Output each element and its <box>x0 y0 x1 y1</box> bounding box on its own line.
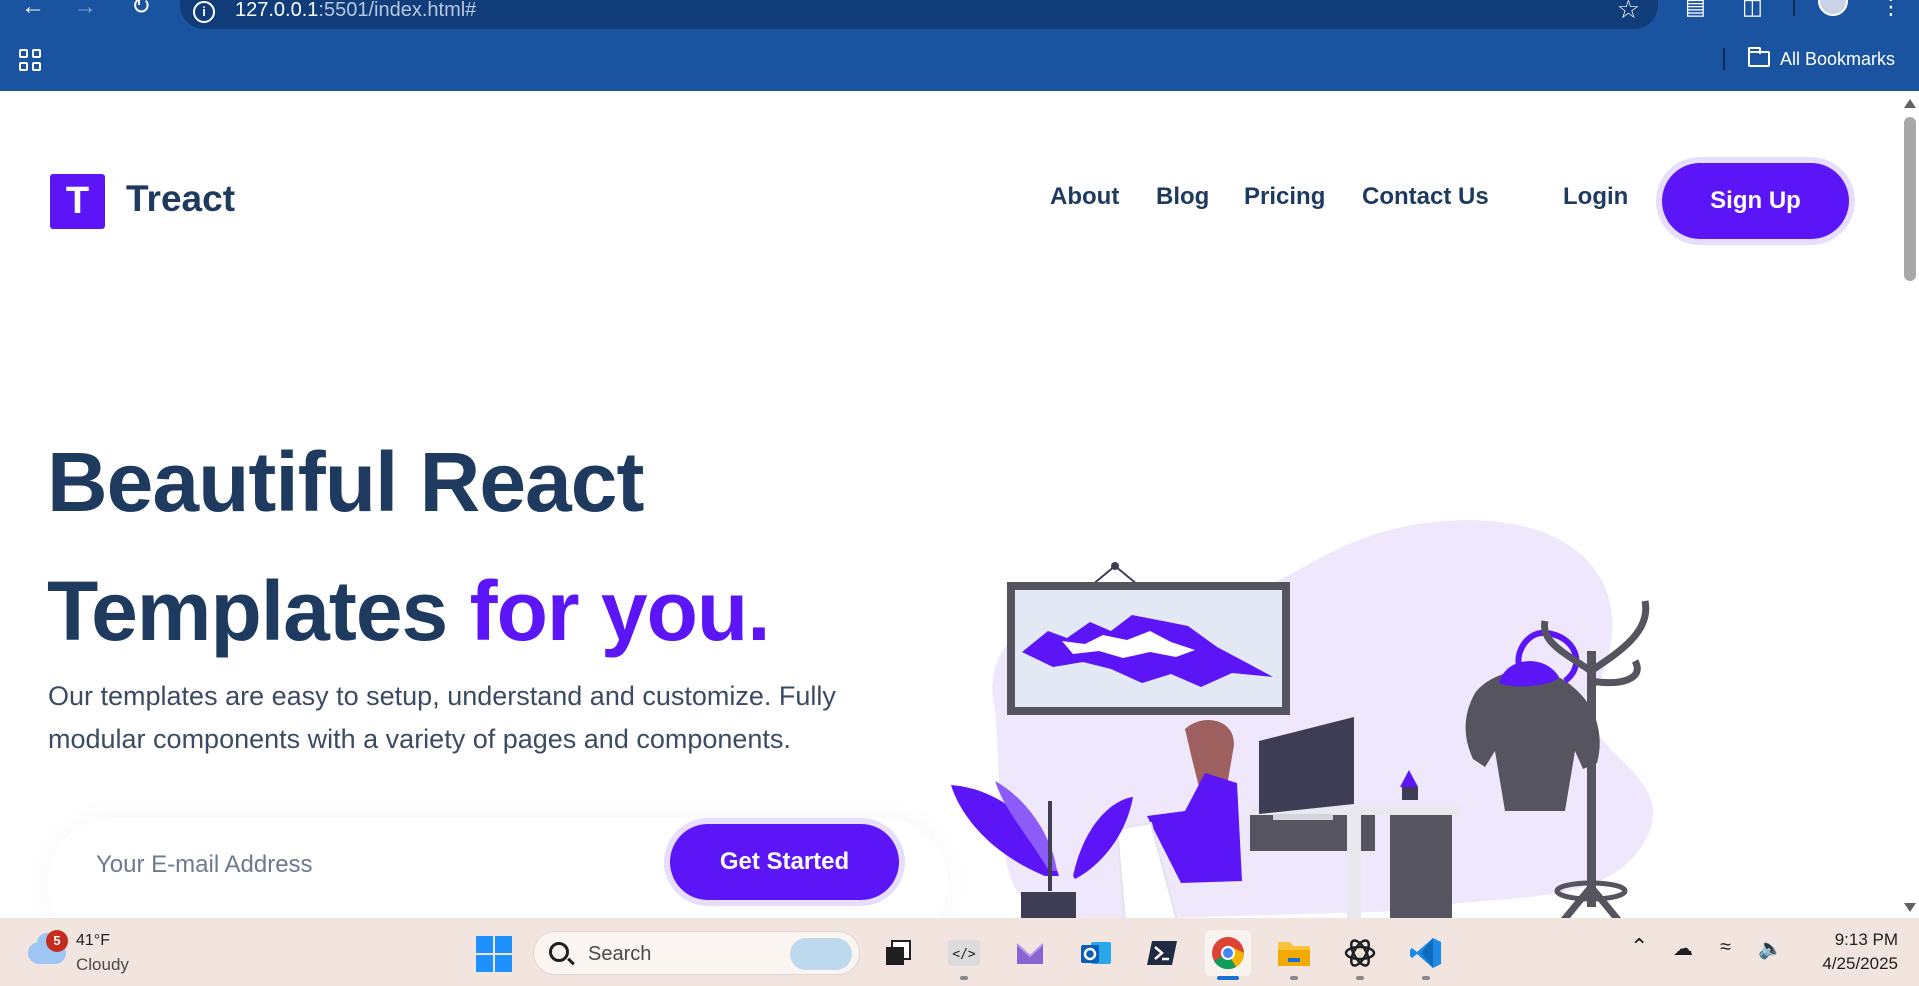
taskbar: 5 41°F Cloudy Search </> ⌃ ☁ ≈ 🔈 9:13 PM… <box>0 918 1919 986</box>
desk-plant-pot <box>1402 787 1418 800</box>
bookmark-star-icon[interactable]: ☆ <box>1617 0 1640 25</box>
monitor-stand <box>1273 814 1333 820</box>
hero-title-line1: Beautiful React <box>47 435 644 529</box>
menu-kebab-icon[interactable]: ⋮ <box>1880 0 1902 20</box>
chatgpt-icon[interactable] <box>1337 930 1383 980</box>
vscode-icon[interactable] <box>1403 930 1449 980</box>
file-explorer-icon[interactable] <box>1271 930 1317 980</box>
outlook-icon[interactable] <box>1073 930 1119 976</box>
hero-subtitle: Our templates are easy to setup, underst… <box>48 681 836 754</box>
mail-app-icon[interactable] <box>1007 930 1053 976</box>
terminal-icon[interactable] <box>1139 930 1185 976</box>
scroll-thumb[interactable] <box>1904 117 1916 281</box>
nav-about[interactable]: About <box>1050 183 1119 211</box>
clock-date: 4/25/2025 <box>1822 954 1898 973</box>
weather-badge: 5 <box>46 930 68 952</box>
chrome-glyph <box>1212 937 1245 970</box>
bookmarks-divider <box>1723 48 1725 70</box>
puzzle-icon[interactable]: ◫ <box>1742 0 1763 20</box>
url-host: 127.0.0.1 <box>235 0 319 21</box>
all-bookmarks-label: All Bookmarks <box>1780 48 1896 69</box>
code-brackets-glyph: </> <box>948 940 980 966</box>
app-active-indicator <box>1217 976 1239 980</box>
vscode-glyph <box>1410 938 1441 968</box>
extension-icon[interactable]: ▤ <box>1685 0 1706 20</box>
onedrive-cloud-icon[interactable]: ☁ <box>1673 936 1693 961</box>
url-text[interactable]: 127.0.0.1:5501/index.html# <box>235 0 476 22</box>
search-label: Search <box>588 943 652 965</box>
frame-nail <box>1111 562 1119 570</box>
desk-leg <box>1347 815 1361 918</box>
folder-glyph <box>1278 942 1310 966</box>
search-icon <box>549 942 569 962</box>
taskbar-search[interactable]: Search <box>533 931 860 975</box>
back-button[interactable]: ← <box>18 0 48 19</box>
plant-stem <box>1048 801 1052 891</box>
app-running-indicator <box>1422 976 1430 980</box>
hero-illustration <box>951 520 1653 918</box>
weather-temperature: 41°F <box>76 932 110 949</box>
nav-contact-us[interactable]: Contact Us <box>1362 183 1489 211</box>
hero-title-line2: Templates for you. <box>47 563 771 660</box>
task-view-glyph <box>886 940 911 965</box>
logo-mark[interactable]: T <box>50 174 105 229</box>
app-running-indicator <box>1356 976 1364 980</box>
profile-avatar[interactable] <box>1818 0 1848 16</box>
browser-toolbar: ← → ↻ i 127.0.0.1:5501/index.html# ☆ ▤ ◫… <box>0 0 1919 30</box>
reload-button[interactable]: ↻ <box>126 0 156 19</box>
coat-rack-pole <box>1587 651 1596 907</box>
code-editor-icon[interactable]: </> <box>941 930 987 980</box>
login-link[interactable]: Login <box>1563 183 1628 211</box>
app-running-indicator <box>960 976 968 980</box>
mail-glyph <box>1016 943 1044 964</box>
page-scrollbar[interactable] <box>1900 91 1919 918</box>
chatgpt-glyph <box>1344 939 1376 967</box>
plant-pot <box>1021 892 1076 918</box>
outlook-glyph <box>1081 942 1111 964</box>
weather-widget[interactable]: 5 41°F Cloudy <box>28 930 178 976</box>
volume-icon[interactable]: 🔈 <box>1758 936 1783 961</box>
all-bookmarks-button[interactable]: All Bookmarks <box>1748 47 1895 71</box>
hero-title-plain: Templates <box>47 564 470 658</box>
scroll-down-arrow-icon[interactable] <box>1904 903 1916 912</box>
svg-text:</>: </> <box>952 947 976 962</box>
apps-grid-icon[interactable] <box>19 49 41 71</box>
terminal-glyph <box>1147 941 1177 965</box>
forward-button[interactable]: → <box>70 0 100 19</box>
chrome-icon[interactable] <box>1205 930 1251 980</box>
hero-title-accent: for you. <box>469 564 771 658</box>
email-signup-form: Get Started <box>48 818 948 918</box>
chevron-up-icon[interactable]: ⌃ <box>1630 934 1648 960</box>
web-page: T Treact About Blog Pricing Contact Us L… <box>0 91 1900 918</box>
task-view-icon[interactable] <box>875 930 921 976</box>
app-running-indicator <box>1290 976 1298 980</box>
search-highlight-icon <box>790 938 852 970</box>
email-input[interactable] <box>96 835 646 895</box>
sign-up-button[interactable]: Sign Up <box>1662 163 1849 239</box>
windows-start-icon[interactable] <box>476 936 512 972</box>
brand-name[interactable]: Treact <box>126 178 235 220</box>
address-bar[interactable]: i 127.0.0.1:5501/index.html# ☆ <box>180 0 1658 29</box>
browser-chrome: ← → ↻ i 127.0.0.1:5501/index.html# ☆ ▤ ◫… <box>0 0 1919 91</box>
desk-cabinet <box>1390 815 1452 918</box>
scroll-up-arrow-icon[interactable] <box>1904 99 1916 108</box>
url-path: :5501/index.html# <box>318 0 477 21</box>
folder-icon <box>1748 47 1770 67</box>
site-info-icon[interactable]: i <box>193 1 215 23</box>
toolbar-divider <box>1793 0 1795 16</box>
clock-time: 9:13 PM <box>1834 930 1898 949</box>
nav-pricing[interactable]: Pricing <box>1244 183 1325 211</box>
nav-blog[interactable]: Blog <box>1156 183 1209 211</box>
wifi-icon[interactable]: ≈ <box>1720 936 1731 959</box>
get-started-button[interactable]: Get Started <box>670 824 899 900</box>
weather-condition: Cloudy <box>76 955 129 974</box>
system-clock[interactable]: 9:13 PM 4/25/2025 <box>1798 928 1898 976</box>
